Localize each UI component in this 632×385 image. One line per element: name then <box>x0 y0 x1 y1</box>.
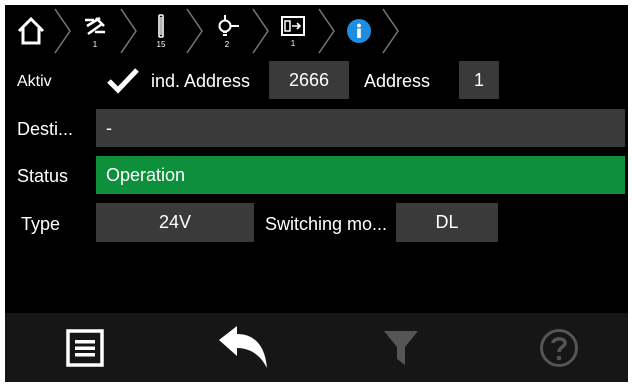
help-icon <box>540 328 578 367</box>
exit-sign-icon <box>281 15 305 36</box>
lamp-icon <box>218 14 239 36</box>
back-button[interactable] <box>183 313 303 382</box>
bus-disconnect-icon <box>85 16 105 35</box>
breadcrumb-count: 1 <box>92 39 98 49</box>
type-label: Type <box>21 214 61 234</box>
home-icon <box>17 16 45 45</box>
breadcrumb-exit-sign[interactable]: 1 <box>267 5 319 57</box>
type-field[interactable]: 24V <box>96 203 254 242</box>
breadcrumb-count: 1 <box>290 38 296 48</box>
help-button[interactable] <box>499 313 619 382</box>
address-field[interactable]: 1 <box>459 61 499 99</box>
bottom-toolbar <box>5 313 628 382</box>
breadcrumb-bus[interactable]: 1 <box>69 5 121 57</box>
breadcrumb-count: 15 <box>156 39 166 49</box>
ind-address-field[interactable]: 2666 <box>269 61 349 99</box>
filter-button[interactable] <box>341 313 461 382</box>
filter-icon <box>384 330 418 365</box>
list-button[interactable] <box>25 313 145 382</box>
status-field: Operation <box>96 156 625 194</box>
destination-label: Desti... <box>17 119 74 139</box>
destination-field[interactable]: - <box>96 109 625 147</box>
ind-address-label: ind. Address <box>151 71 251 91</box>
breadcrumb-info[interactable] <box>333 5 385 57</box>
info-icon <box>347 19 371 43</box>
breadcrumb-home[interactable] <box>5 5 57 57</box>
line-icon <box>158 13 164 38</box>
list-icon <box>66 328 104 367</box>
breadcrumb-count: 2 <box>224 39 230 49</box>
breadcrumb: 1 15 2 1 <box>5 5 628 57</box>
status-label: Status <box>17 166 69 186</box>
breadcrumb-line[interactable]: 15 <box>135 5 187 57</box>
breadcrumb-lamp[interactable]: 2 <box>201 5 253 57</box>
switching-mode-field[interactable]: DL <box>396 203 498 242</box>
chevron-right-icon <box>382 8 399 54</box>
screen: 1 15 2 1 Aktiv ind. Address 2666 Address… <box>5 5 628 382</box>
aktiv-label: Aktiv <box>17 73 52 90</box>
back-arrow-icon <box>219 325 267 368</box>
switching-mode-label: Switching mo... <box>265 214 388 234</box>
checkmark-icon[interactable] <box>106 66 140 94</box>
address-label: Address <box>364 71 431 91</box>
